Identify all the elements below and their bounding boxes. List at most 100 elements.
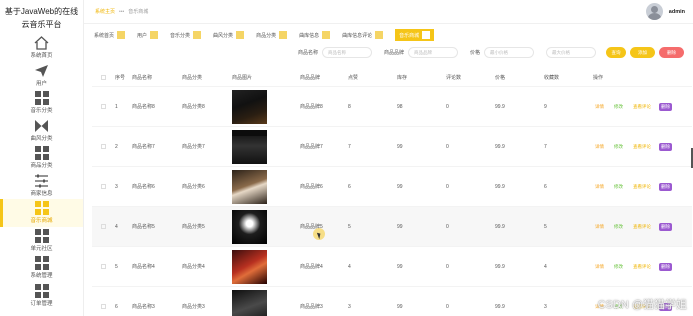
row-delete-button[interactable]: 删除 bbox=[659, 102, 672, 111]
detail-button[interactable]: 详情 bbox=[593, 263, 606, 271]
row-checkbox[interactable] bbox=[92, 224, 115, 229]
table-row[interactable]: 3 商品名称6 商品分类6 商品品牌6 6 99 0 99.9 6 详情 修改 … bbox=[92, 166, 692, 206]
username[interactable]: admin bbox=[669, 9, 685, 15]
tab-close-icon[interactable] bbox=[322, 31, 331, 39]
table-row[interactable]: 2 商品名称7 商品分类7 商品品牌7 7 99 0 99.9 7 详情 修改 … bbox=[92, 126, 692, 166]
sidebar-item-label: 音乐分类 bbox=[30, 108, 53, 115]
detail-button[interactable]: 详情 bbox=[593, 103, 606, 111]
tab-music-shop[interactable]: 音乐商城 bbox=[395, 29, 435, 41]
cell-stock: 99 bbox=[397, 223, 403, 230]
col-header: 库存 bbox=[397, 74, 408, 81]
min-price-input[interactable]: 最小价格 bbox=[484, 47, 535, 58]
cell-brand: 商品品牌4 bbox=[300, 264, 323, 270]
product-thumbnail[interactable] bbox=[232, 129, 267, 164]
row-checkbox[interactable] bbox=[92, 184, 115, 189]
product-thumbnail[interactable] bbox=[232, 249, 267, 284]
view-comments-button[interactable]: 查看评论 bbox=[631, 183, 653, 191]
cell-brand: 商品品牌5 bbox=[300, 224, 323, 230]
sidebar-item-orders[interactable]: 订单管理 bbox=[0, 282, 83, 310]
cell-price: 99.9 bbox=[495, 103, 505, 110]
cell-name: 商品名称5 bbox=[132, 224, 155, 230]
tab-library[interactable]: 曲库信息 bbox=[299, 31, 331, 39]
breadcrumb-home[interactable]: 系统主页 bbox=[95, 8, 115, 15]
tab-close-icon[interactable] bbox=[193, 31, 202, 39]
detail-button[interactable]: 详情 bbox=[593, 223, 606, 231]
home-icon bbox=[34, 36, 50, 50]
table-row[interactable]: 4 商品名称5 商品分类5 商品品牌5 5 99 0 99.9 5 详情 修改 … bbox=[92, 206, 692, 246]
row-checkbox[interactable] bbox=[92, 304, 115, 309]
tab-home[interactable]: 系统首页 bbox=[94, 31, 126, 39]
edit-button[interactable]: 修改 bbox=[612, 263, 625, 271]
tab-user[interactable]: 用户 bbox=[137, 31, 159, 39]
edit-button[interactable]: 修改 bbox=[612, 183, 625, 191]
view-comments-button[interactable]: 查看评论 bbox=[631, 263, 653, 271]
tab-product-category[interactable]: 商品分类 bbox=[256, 31, 288, 39]
row-delete-button[interactable]: 删除 bbox=[659, 142, 672, 151]
avatar[interactable] bbox=[645, 3, 663, 20]
row-checkbox[interactable] bbox=[92, 104, 115, 109]
col-header: 评论数 bbox=[446, 74, 462, 81]
sidebar-item-music-shop[interactable]: 音乐商城 bbox=[0, 199, 83, 227]
tab-close-icon[interactable] bbox=[375, 31, 384, 39]
search-button[interactable]: 查询 bbox=[606, 47, 627, 58]
col-header: 点赞 bbox=[348, 74, 359, 81]
delete-button[interactable]: 删除 bbox=[659, 47, 685, 58]
search-bar: 商品名称 商品名称 商品品牌 商品品牌 价格 最小价格 最大价格 查询 添加 删… bbox=[298, 47, 688, 58]
edit-button[interactable]: 修改 bbox=[612, 143, 625, 151]
tab-close-icon[interactable] bbox=[422, 31, 431, 39]
name-label: 商品名称 bbox=[298, 50, 319, 56]
view-comments-button[interactable]: 查看评论 bbox=[631, 223, 653, 231]
cell-brand: 商品品牌6 bbox=[300, 184, 323, 190]
user-menu[interactable]: admin bbox=[645, 3, 685, 20]
detail-button[interactable]: 详情 bbox=[593, 183, 606, 191]
sidebar-item-music-category[interactable]: 音乐分类 bbox=[0, 89, 83, 117]
grid-icon bbox=[34, 201, 50, 216]
row-checkbox[interactable] bbox=[92, 264, 115, 269]
grid-icon bbox=[34, 283, 50, 298]
cell-price: 99.9 bbox=[495, 183, 505, 190]
sidebar-item-merchant[interactable]: 商家信息 bbox=[0, 172, 83, 200]
product-thumbnail[interactable] bbox=[232, 89, 267, 124]
tab-library-comments[interactable]: 曲库信息评论 bbox=[342, 31, 384, 39]
view-comments-button[interactable]: 查看评论 bbox=[631, 103, 653, 111]
select-all-checkbox[interactable] bbox=[92, 74, 115, 80]
tab-close-icon[interactable] bbox=[279, 31, 288, 39]
table-row[interactable]: 5 商品名称4 商品分类4 商品品牌4 4 99 0 99.9 4 详情 修改 … bbox=[92, 246, 692, 286]
sidebar-item-style-category[interactable]: 曲风分类 bbox=[0, 117, 83, 145]
sidebar-item-product-category[interactable]: 商品分类 bbox=[0, 144, 83, 172]
tab-label: 曲风分类 bbox=[213, 32, 234, 39]
name-search-input[interactable]: 商品名称 bbox=[322, 47, 373, 58]
row-delete-button[interactable]: 删除 bbox=[659, 262, 672, 271]
sidebar-item-user[interactable]: 用户 bbox=[0, 62, 83, 90]
cell-category: 商品分类3 bbox=[182, 304, 205, 310]
tab-label: 音乐商城 bbox=[399, 32, 420, 39]
tab-close-icon[interactable] bbox=[117, 31, 126, 39]
sidebar-item-home[interactable]: 系统首页 bbox=[0, 34, 83, 62]
cell-comment: 0 bbox=[446, 103, 449, 110]
cell-brand: 商品品牌8 bbox=[300, 104, 323, 110]
sidebar-item-community[interactable]: 单元社区 bbox=[0, 227, 83, 255]
app: 基于JavaWeb的在线云音乐平台 系统首页 用户 音乐分类 曲风分类 商品分类 bbox=[0, 0, 693, 316]
sidebar-item-system[interactable]: 系统管理 bbox=[0, 254, 83, 282]
product-thumbnail[interactable] bbox=[232, 169, 267, 204]
tab-music-category[interactable]: 音乐分类 bbox=[170, 31, 202, 39]
tab-close-icon[interactable] bbox=[150, 31, 159, 39]
cell-like: 3 bbox=[348, 303, 351, 310]
edit-button[interactable]: 修改 bbox=[612, 223, 625, 231]
table-row[interactable]: 1 商品名称8 商品分类8 商品品牌8 8 98 0 99.9 9 详情 修改 … bbox=[92, 86, 692, 126]
row-checkbox[interactable] bbox=[92, 144, 115, 149]
cell-image bbox=[232, 169, 300, 204]
brand-search-input[interactable]: 商品品牌 bbox=[408, 47, 459, 58]
edit-button[interactable]: 修改 bbox=[612, 103, 625, 111]
max-price-input[interactable]: 最大价格 bbox=[546, 47, 597, 58]
cell-price: 99.9 bbox=[495, 263, 505, 270]
product-thumbnail[interactable] bbox=[232, 289, 267, 316]
row-delete-button[interactable]: 删除 bbox=[659, 182, 672, 191]
tab-style-category[interactable]: 曲风分类 bbox=[213, 31, 245, 39]
add-button[interactable]: 添加 bbox=[630, 47, 656, 58]
tab-close-icon[interactable] bbox=[236, 31, 245, 39]
detail-button[interactable]: 详情 bbox=[593, 143, 606, 151]
view-comments-button[interactable]: 查看评论 bbox=[631, 143, 653, 151]
product-thumbnail[interactable] bbox=[232, 209, 267, 244]
row-delete-button[interactable]: 删除 bbox=[659, 222, 672, 231]
